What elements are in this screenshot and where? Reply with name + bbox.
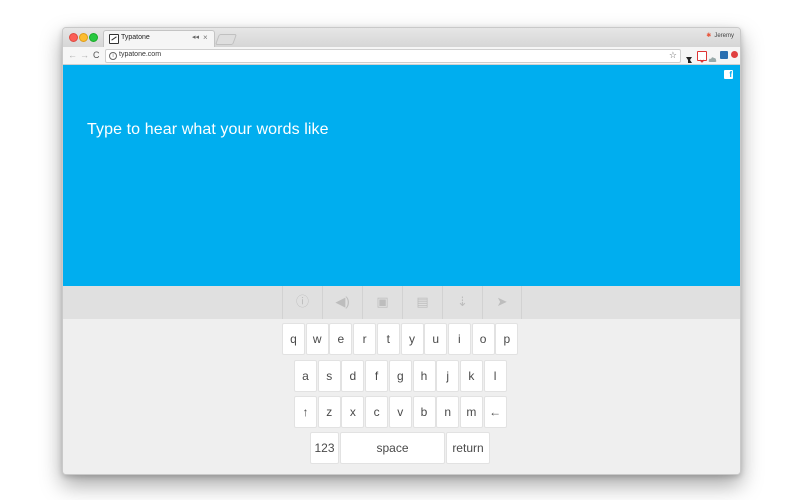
key-z[interactable]: z [317, 396, 341, 428]
minimize-window-button[interactable] [79, 33, 88, 42]
profile-icon: ✱ [706, 33, 712, 39]
extension-photo-icon[interactable] [720, 51, 728, 59]
key-space[interactable]: space [340, 432, 445, 464]
key-p[interactable]: p [495, 323, 519, 355]
save-icon: ▣ [376, 294, 389, 309]
forward-button[interactable]: → [80, 50, 89, 60]
browser-window: Typatone ◂◂ × ✱ Jeremy ← → C i typatone.c… [62, 27, 741, 475]
action-bar: ⓘ ◀) ▣ ▤ ⇣ ➤ [63, 286, 740, 319]
hero-panel[interactable]: f Type to hear what your words like [63, 65, 740, 286]
save-button[interactable]: ▣ [362, 286, 402, 319]
key-f[interactable]: f [365, 360, 389, 392]
tab-audio-icon[interactable]: ◂◂ [192, 33, 199, 41]
extension-record-icon[interactable] [731, 51, 738, 58]
clipboard-icon: ▤ [416, 294, 429, 309]
key-numbers[interactable]: 123 [310, 432, 339, 464]
key-w[interactable]: w [305, 323, 329, 355]
key-v[interactable]: v [388, 396, 412, 428]
key-d[interactable]: d [341, 360, 365, 392]
key-y[interactable]: y [400, 323, 424, 355]
key-r[interactable]: r [353, 323, 377, 355]
info-button[interactable]: ⓘ [282, 286, 322, 319]
profile-name: Jeremy [714, 33, 734, 39]
reload-button[interactable]: C [93, 50, 100, 60]
tab-title: Typatone [121, 34, 150, 41]
key-j[interactable]: j [436, 360, 460, 392]
key-g[interactable]: g [388, 360, 412, 392]
key-n[interactable]: n [436, 396, 460, 428]
headline-text: Type to hear what your words like [87, 121, 329, 138]
tab-close-icon[interactable]: × [203, 33, 208, 42]
extension-flag-icon[interactable] [685, 51, 693, 63]
tab-typatone[interactable]: Typatone ◂◂ × [103, 30, 215, 47]
extension-cloud-icon[interactable] [708, 51, 717, 62]
key-t[interactable]: t [376, 323, 400, 355]
key-x[interactable]: x [341, 396, 365, 428]
key-h[interactable]: h [412, 360, 436, 392]
key-b[interactable]: b [412, 396, 436, 428]
tab-bar: Typatone ◂◂ × ✱ Jeremy [63, 28, 740, 47]
key-a[interactable]: a [294, 360, 317, 392]
facebook-share-icon[interactable]: f [724, 70, 733, 79]
zoom-window-button[interactable] [89, 33, 98, 42]
key-q[interactable]: q [282, 323, 305, 355]
send-icon: ➤ [496, 294, 508, 309]
extension-pocket-icon[interactable] [697, 51, 707, 63]
on-screen-keyboard: q w e r t y u i o p a s d f g h j k l ↑ z x c v b n m ← 123 space retu… [63, 319, 740, 474]
key-o[interactable]: o [471, 323, 495, 355]
url-text[interactable]: typatone.com [119, 51, 161, 58]
download-button[interactable]: ⇣ [442, 286, 482, 319]
key-m[interactable]: m [459, 396, 483, 428]
site-info-icon[interactable]: i [109, 52, 117, 60]
key-l[interactable]: l [483, 360, 507, 392]
key-s[interactable]: s [317, 360, 341, 392]
download-icon: ⇣ [457, 294, 468, 309]
new-tab-button[interactable] [214, 34, 238, 45]
info-icon: ⓘ [295, 294, 309, 309]
key-c[interactable]: c [365, 396, 389, 428]
key-shift[interactable]: ↑ [294, 396, 317, 428]
profile-button[interactable]: ✱ Jeremy [706, 32, 734, 39]
back-button[interactable]: ← [68, 50, 77, 60]
key-k[interactable]: k [459, 360, 483, 392]
volume-icon: ◀) [335, 294, 350, 309]
typatone-favicon-icon [109, 34, 119, 44]
address-bar[interactable]: i typatone.com ☆ [105, 49, 681, 63]
close-window-button[interactable] [69, 33, 78, 42]
bookmark-star-icon[interactable]: ☆ [669, 50, 677, 61]
key-backspace[interactable]: ← [483, 396, 507, 428]
volume-button[interactable]: ◀) [322, 286, 362, 319]
key-e[interactable]: e [329, 323, 353, 355]
browser-toolbar: ← → C i typatone.com ☆ ⋮ [63, 47, 740, 65]
key-i[interactable]: i [447, 323, 471, 355]
key-u[interactable]: u [424, 323, 448, 355]
clipboard-button[interactable]: ▤ [402, 286, 442, 319]
send-button[interactable]: ➤ [482, 286, 522, 319]
key-return[interactable]: return [446, 432, 490, 464]
